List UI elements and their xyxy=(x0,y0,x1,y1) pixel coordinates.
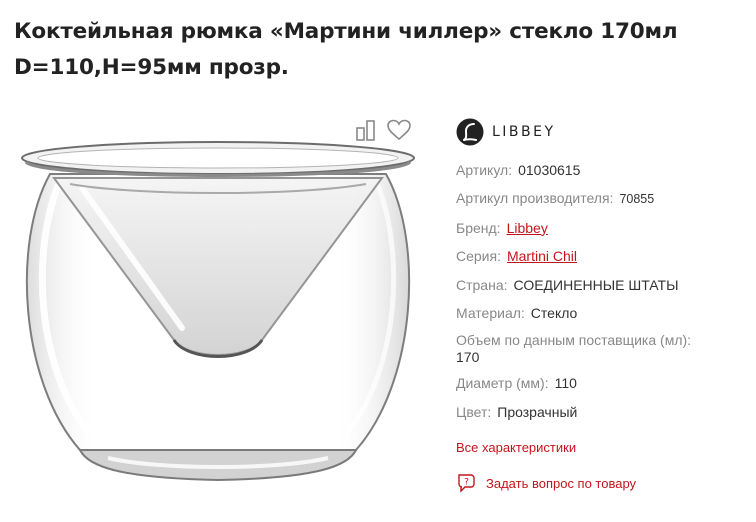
all-specs-link[interactable]: Все характеристики xyxy=(456,440,576,455)
spec-material: Материал: Стекло xyxy=(456,303,751,323)
spec-label: Артикул: xyxy=(456,162,513,178)
spec-label: Страна: xyxy=(456,276,508,293)
spec-brand: Бренд: Libbey xyxy=(456,218,751,238)
spec-value: 01030615 xyxy=(518,162,581,178)
brand-link[interactable]: Libbey xyxy=(507,218,548,238)
spec-value: Прозрачный xyxy=(497,403,578,420)
ask-question-link[interactable]: ? Задать вопрос по товару xyxy=(456,472,636,494)
product-specs: Артикул: 01030615 Артикул производителя:… xyxy=(456,160,751,430)
question-chat-icon: ? xyxy=(458,474,475,493)
spec-label: Объем по данным поставщика (мл): xyxy=(456,332,692,349)
spec-label: Материал: xyxy=(456,304,525,321)
spec-label: Серия: xyxy=(456,248,501,265)
ask-question-label: Задать вопрос по товару xyxy=(486,475,637,491)
product-title: Коктейльная рюмка «Мартини чиллер» стекл… xyxy=(14,19,678,80)
spec-label: Цвет: xyxy=(456,403,492,420)
spec-country: Страна: СОЕДИНЕННЫЕ ШТАТЫ xyxy=(456,275,751,295)
spec-label: Диаметр (мм): xyxy=(456,375,549,392)
spec-volume: Объем по данным поставщика (мл): 170 xyxy=(456,331,751,365)
libbey-logo-icon xyxy=(456,118,484,146)
product-actions xyxy=(354,118,412,142)
spec-diameter: Диаметр (мм): 110 xyxy=(456,373,751,393)
spec-value: Стекло xyxy=(530,304,578,321)
spec-color: Цвет: Прозрачный xyxy=(456,402,751,422)
spec-manufacturer-article: Артикул производителя: 70855 xyxy=(456,188,751,209)
spec-series: Серия: Martini Chil xyxy=(456,246,751,266)
brand-logo[interactable]: LIBBEY xyxy=(456,118,556,146)
spec-value: 170 xyxy=(456,349,480,366)
spec-article: Артикул: 01030615 xyxy=(456,160,751,180)
series-link[interactable]: Martini Chil xyxy=(507,246,577,266)
spec-label: Бренд: xyxy=(456,219,501,236)
spec-value: СОЕДИНЕННЫЕ ШТАТЫ xyxy=(513,276,679,293)
heart-icon[interactable] xyxy=(386,118,412,142)
spec-value: 110 xyxy=(554,375,577,392)
compare-icon[interactable] xyxy=(354,118,378,142)
spec-value: 70855 xyxy=(619,192,655,207)
brand-wordmark: LIBBEY xyxy=(492,124,556,140)
spec-label: Артикул производителя: xyxy=(456,190,614,207)
svg-text:?: ? xyxy=(464,478,469,488)
product-image xyxy=(21,141,415,482)
